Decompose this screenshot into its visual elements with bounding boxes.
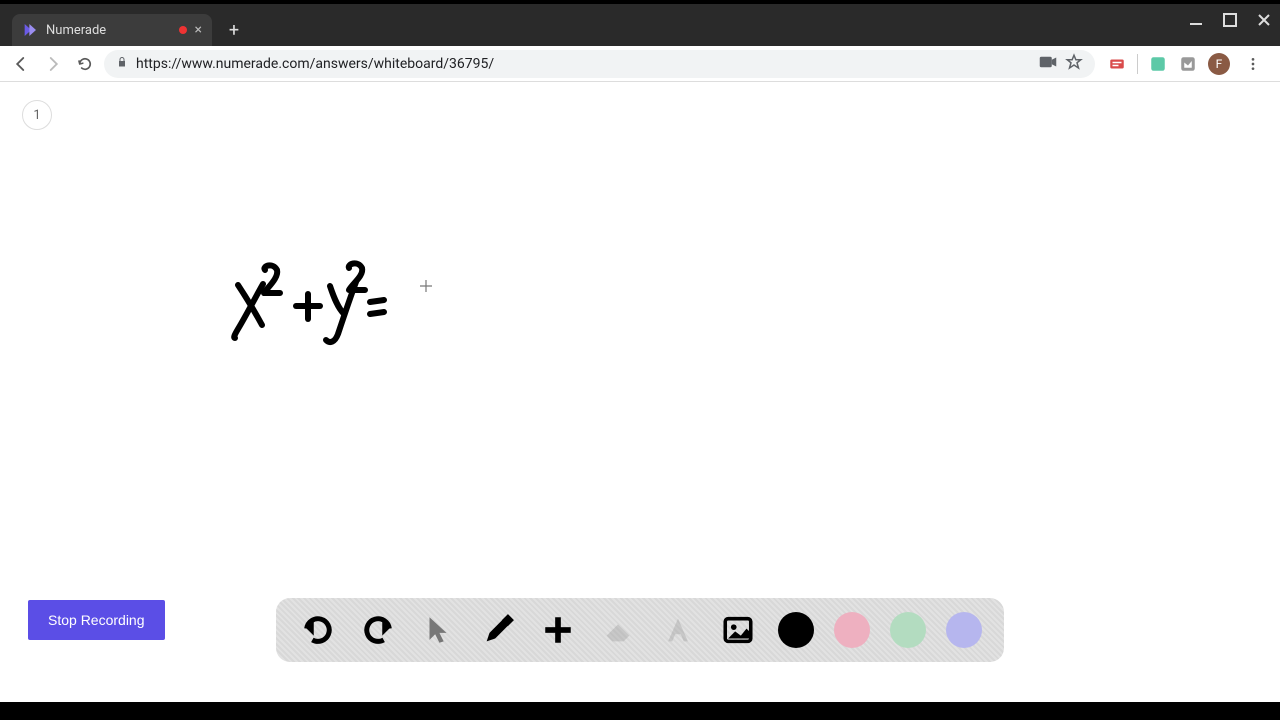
- reload-button[interactable]: [72, 51, 98, 77]
- maximize-button[interactable]: [1220, 10, 1240, 30]
- window-controls: [1186, 10, 1274, 30]
- url-text: https://www.numerade.com/answers/whitebo…: [136, 56, 1031, 72]
- image-tool[interactable]: [718, 610, 758, 650]
- eraser-tool[interactable]: [598, 610, 638, 650]
- stop-recording-button[interactable]: Stop Recording: [28, 600, 165, 640]
- redo-button[interactable]: [358, 610, 398, 650]
- extension-icon[interactable]: [1148, 54, 1168, 74]
- extension-icons: F: [1101, 51, 1272, 77]
- crosshair-cursor-icon: [420, 280, 432, 295]
- tab-close-icon[interactable]: ×: [195, 22, 202, 38]
- recording-indicator-icon: [179, 26, 187, 34]
- bookmark-star-icon[interactable]: [1065, 53, 1083, 75]
- url-field[interactable]: https://www.numerade.com/answers/whitebo…: [104, 50, 1095, 78]
- browser-menu-icon[interactable]: [1240, 51, 1266, 77]
- forward-button[interactable]: [40, 51, 66, 77]
- address-bar: https://www.numerade.com/answers/whitebo…: [0, 46, 1280, 82]
- undo-button[interactable]: [298, 610, 338, 650]
- camera-icon[interactable]: [1039, 55, 1057, 73]
- whiteboard-toolbar: [276, 598, 1004, 662]
- lock-icon: [116, 56, 128, 71]
- browser-tab-strip: Numerade × +: [0, 4, 1280, 46]
- pointer-tool[interactable]: [418, 610, 458, 650]
- text-tool[interactable]: [658, 610, 698, 650]
- color-black[interactable]: [778, 612, 814, 648]
- color-purple[interactable]: [946, 612, 982, 648]
- extension-icon[interactable]: [1178, 54, 1198, 74]
- tab-favicon-icon: [22, 22, 38, 38]
- color-green[interactable]: [890, 612, 926, 648]
- add-tool[interactable]: [538, 610, 578, 650]
- extension-icon[interactable]: [1107, 54, 1127, 74]
- color-pink[interactable]: [834, 612, 870, 648]
- browser-tab[interactable]: Numerade ×: [12, 14, 212, 46]
- pen-tool[interactable]: [478, 610, 518, 650]
- tab-title: Numerade: [46, 23, 171, 38]
- profile-avatar[interactable]: F: [1208, 53, 1230, 75]
- close-window-button[interactable]: [1254, 10, 1274, 30]
- minimize-button[interactable]: [1186, 10, 1206, 30]
- back-button[interactable]: [8, 51, 34, 77]
- whiteboard-canvas[interactable]: 1 Stop Recording: [0, 82, 1280, 702]
- new-tab-button[interactable]: +: [220, 16, 248, 44]
